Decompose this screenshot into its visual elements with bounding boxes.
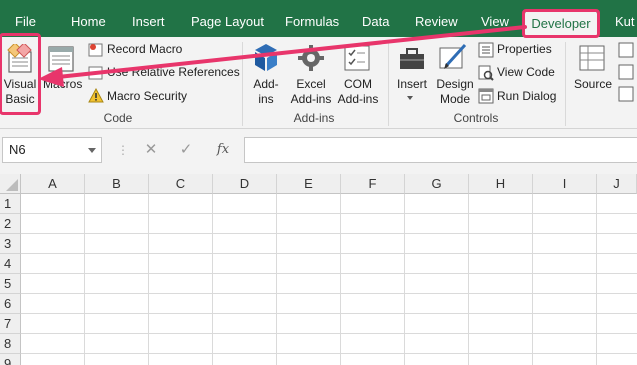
visual-basic-highlight [0, 33, 41, 115]
macro-security-label: Macro Security [107, 89, 188, 103]
com-addins-label-line1: COM [344, 77, 372, 91]
column-header-e[interactable]: E [277, 174, 341, 194]
relative-references-icon [88, 66, 103, 80]
column-header-h[interactable]: H [469, 174, 533, 194]
column-header-a[interactable]: A [21, 174, 85, 194]
record-macro-icon [88, 43, 103, 57]
cancel-button[interactable]: ✕ [138, 137, 164, 163]
column-header-i[interactable]: I [533, 174, 597, 194]
excel-addins-label-line2: Add-ins [290, 92, 332, 106]
properties-icon [478, 42, 494, 58]
macros-label: Macros [43, 77, 83, 91]
row-header-7[interactable]: 7 [0, 314, 21, 334]
excel-addins-label-line1: Excel [296, 77, 326, 91]
chevron-down-icon[interactable] [88, 148, 96, 153]
addins-label-line1: Add- [253, 77, 279, 91]
addins-group-label: Add-ins [293, 111, 335, 125]
addins-icon [255, 44, 277, 71]
column-header-c[interactable]: C [149, 174, 213, 194]
insert-controls-label: Insert [397, 77, 428, 91]
view-code-icon [478, 65, 494, 81]
tab-insert[interactable]: Insert [132, 0, 165, 38]
column-header-d[interactable]: D [213, 174, 277, 194]
design-mode-icon [439, 43, 467, 69]
formula-bar-grip: ⋮ [117, 143, 129, 157]
row-header-2[interactable]: 2 [0, 214, 21, 234]
macros-icon [48, 46, 74, 72]
xml-map-icons[interactable] [617, 42, 635, 104]
column-header-b[interactable]: B [85, 174, 149, 194]
row-header-5[interactable]: 5 [0, 274, 21, 294]
com-addins-icon [344, 45, 370, 71]
controls-group-label: Controls [453, 111, 499, 125]
group-divider [242, 42, 243, 126]
tab-formulas[interactable]: Formulas [285, 0, 339, 38]
insert-function-button[interactable]: fx [210, 137, 236, 163]
use-relative-references-label: Use Relative References [107, 65, 240, 79]
row-header-4[interactable]: 4 [0, 254, 21, 274]
row-header-6[interactable]: 6 [0, 294, 21, 314]
code-group-label: Code [103, 111, 133, 125]
tab-data[interactable]: Data [362, 0, 389, 38]
tab-page-layout[interactable]: Page Layout [191, 0, 264, 38]
tab-review[interactable]: Review [415, 0, 458, 38]
name-box[interactable]: N6 [2, 137, 102, 163]
properties-label: Properties [497, 42, 552, 56]
row-header-3[interactable]: 3 [0, 234, 21, 254]
com-addins-label-line2: Add-ins [337, 92, 379, 106]
warning-icon [88, 88, 104, 103]
select-all-triangle-icon [6, 179, 18, 191]
addins-label-line2: ins [258, 92, 274, 106]
run-dialog-icon [478, 88, 494, 104]
column-header-j[interactable]: J [597, 174, 637, 194]
column-header-g[interactable]: G [405, 174, 469, 194]
tab-kutools[interactable]: Kut [615, 0, 635, 38]
run-dialog-label: Run Dialog [497, 89, 557, 103]
gear-icon [298, 45, 324, 71]
design-mode-label-line1: Design [436, 77, 474, 91]
tab-view[interactable]: View [481, 0, 509, 38]
enter-button[interactable]: ✓ [173, 137, 199, 163]
tab-home[interactable]: Home [71, 0, 106, 38]
excel-window: File Home Insert Page Layout Formulas Da… [0, 0, 637, 365]
source-label: Source [574, 77, 613, 91]
row-header-1[interactable]: 1 [0, 194, 21, 214]
column-header-f[interactable]: F [341, 174, 405, 194]
view-code-label: View Code [497, 65, 555, 79]
developer-tab-highlight [522, 9, 600, 38]
group-divider [388, 42, 389, 126]
design-mode-label-line2: Mode [439, 92, 471, 106]
cell-grid[interactable] [21, 194, 637, 365]
group-divider [565, 42, 566, 126]
row-header-8[interactable]: 8 [0, 334, 21, 354]
chevron-down-icon [407, 96, 413, 100]
formula-input[interactable] [244, 137, 637, 163]
row-header-9[interactable]: 9 [0, 354, 21, 365]
toolbox-icon [400, 48, 424, 69]
record-macro-label: Record Macro [107, 42, 183, 56]
select-all-corner[interactable] [0, 174, 21, 194]
xml-source-icon [579, 45, 605, 71]
